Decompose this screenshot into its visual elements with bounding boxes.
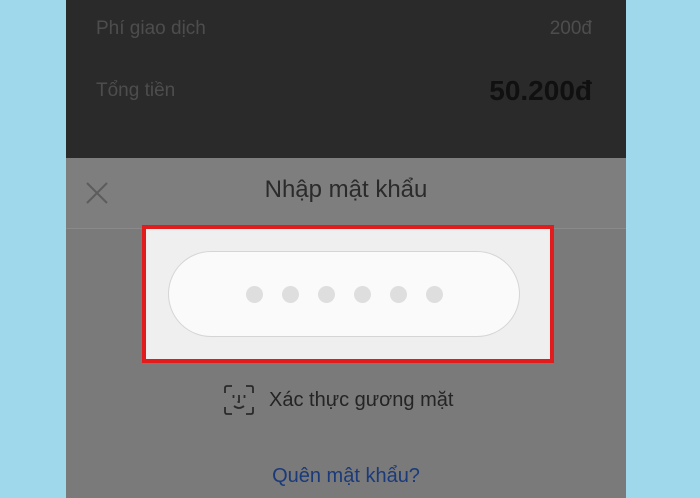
pin-dot xyxy=(245,285,263,303)
total-value: 50.200đ xyxy=(489,75,592,106)
pin-dot xyxy=(389,285,407,303)
face-auth-button[interactable]: Xác thực gương mặt xyxy=(223,383,453,417)
sheet-header: Nhập mật khẩu xyxy=(66,158,626,229)
pin-dot xyxy=(425,285,443,303)
fee-row: Phí giao dịch 200đ xyxy=(96,14,592,44)
pin-dot xyxy=(317,285,335,303)
sheet-title: Nhập mật khẩu xyxy=(264,176,428,203)
fee-label: Phí giao dịch xyxy=(96,18,206,39)
total-row: Tổng tiền 50.200đ xyxy=(96,74,592,108)
password-input[interactable] xyxy=(168,251,520,337)
phone-screen: Phí giao dịch 200đ Tổng tiền 50.200đ Nhậ… xyxy=(66,0,626,498)
forgot-password-link[interactable]: Quên mật khẩu? xyxy=(66,465,626,488)
total-label: Tổng tiền xyxy=(96,80,176,101)
face-id-icon xyxy=(223,384,255,416)
face-auth-label: Xác thực gương mặt xyxy=(269,388,454,411)
fee-value: 200đ xyxy=(549,18,592,39)
highlight-box xyxy=(142,225,554,363)
pin-dot xyxy=(353,285,371,303)
pin-dot xyxy=(281,285,299,303)
payment-summary: Phí giao dịch 200đ Tổng tiền 50.200đ xyxy=(66,0,626,158)
password-sheet: Nhập mật khẩu Xác thực gương mặt Quên mậ… xyxy=(66,158,626,498)
